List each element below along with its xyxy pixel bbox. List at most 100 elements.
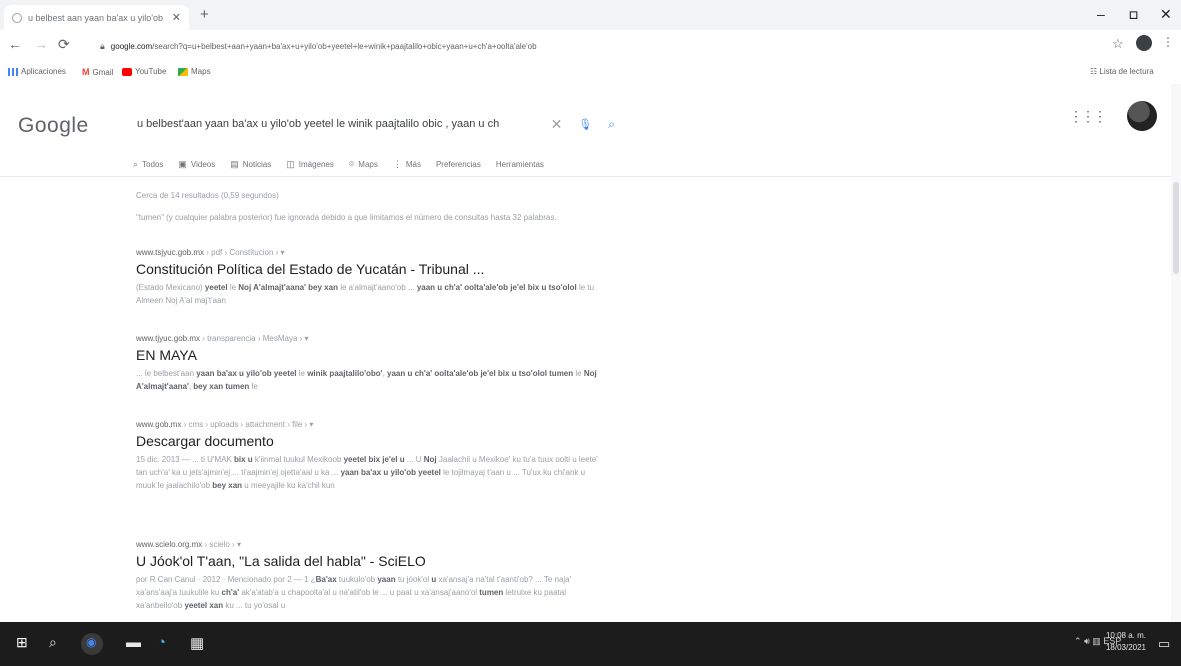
search-result: www.tjyuc.gob.mx › transparencia › MesMa… (136, 334, 606, 393)
file-explorer-icon[interactable]: ▦ (190, 634, 204, 652)
tab-label: Imágenes (298, 159, 334, 169)
search-box[interactable]: u belbest'aan yaan ba'ax u yilo'ob yeete… (127, 106, 625, 142)
bookmark-label: Maps (191, 67, 211, 76)
gmail-icon: M (82, 67, 90, 77)
bookmark-label: Aplicaciones (21, 67, 66, 76)
result-menu-icon[interactable]: ▾ (281, 248, 285, 257)
show-hidden-icons-icon[interactable]: ⌃ (1074, 636, 1082, 646)
search-icon[interactable]: ⌕ (608, 117, 615, 132)
clock-time: 10:08 a. m. (1105, 631, 1147, 640)
tab-more[interactable]: ⋮ Más (393, 156, 421, 172)
windows-start-icon[interactable]: ⊞ (16, 634, 28, 651)
result-snippet: (Estado Mexicano) yeetel le Noj A'almajt… (136, 283, 595, 305)
reading-list-label: Lista de lectura (1099, 67, 1154, 76)
tab-label: Videos (190, 159, 216, 169)
lock-icon: 🔒︎ (100, 40, 105, 51)
search-tabs: ⌕ Todos ▣ Videos ▤ Noticias ◫ Imágenes ⌾ Maps… (133, 156, 559, 172)
google-apps-icon[interactable]: ⋮⋮⋮ (1069, 108, 1107, 125)
tab-label: Todos (142, 159, 164, 169)
url-path: /search?q=u+belbest+aan+yaan+ba'ax+u+yil… (152, 41, 537, 51)
tab-news[interactable]: ▤ Noticias (230, 156, 271, 172)
maps-icon (178, 67, 188, 76)
task-view-icon[interactable]: ▬ (126, 634, 141, 651)
close-window-icon[interactable]: ✕ (1160, 6, 1172, 23)
windows-taskbar: ⊞ ⌕ ◉ ▬ ◔ ▦ ⌃ 🔊︎ ▥ ESP 10:08 a. m. 18/03… (0, 622, 1181, 666)
bookmark-label: YouTube (135, 67, 167, 76)
google-logo[interactable]: Google (18, 114, 89, 138)
close-tab-icon[interactable]: ✕ (172, 11, 181, 24)
bookmark-gmail[interactable]: M Gmail (82, 67, 113, 77)
missing-terms-note: "tumen" (y cualquier palabra posterior) … (136, 213, 557, 222)
address-bar[interactable]: 🔒︎ google.com /search?q=u+belbest+aan+ya… (92, 35, 1098, 57)
result-url[interactable]: www.tsjyuc.gob.mx › pdf › Constitucion ›… (136, 248, 606, 257)
forward-icon[interactable]: → (34, 36, 48, 52)
news-icon: ▤ (230, 158, 239, 169)
result-host: www.tsjyuc.gob.mx (136, 248, 205, 257)
clear-search-icon[interactable]: ✕ (551, 116, 563, 133)
reading-list-icon: ☷ (1090, 67, 1100, 76)
result-title[interactable]: Constitución Política del Estado de Yuca… (136, 261, 606, 277)
search-input[interactable]: u belbest'aan yaan ba'ax u yilo'ob yeete… (137, 118, 543, 130)
browser-toolbar: ← → ⟳ 🔒︎ google.com /search?q=u+belbest+… (0, 30, 1181, 62)
images-icon: ◫ (286, 158, 295, 169)
result-menu-icon[interactable]: ▾ (305, 334, 309, 343)
search-result: www.scielo.org.mx › scielo › ▾ U Jóok'ol… (136, 540, 606, 612)
search-result: www.tsjyuc.gob.mx › pdf › Constitucion ›… (136, 248, 606, 307)
account-avatar[interactable] (1127, 101, 1157, 131)
reload-icon[interactable]: ⟳ (58, 36, 70, 53)
taskbar-clock[interactable]: 10:08 a. m. 18/03/2021 (1102, 630, 1150, 654)
video-icon: ▣ (178, 158, 187, 169)
result-title[interactable]: U Jóok'ol T'aan, "La salida del habla" -… (136, 553, 606, 569)
map-pin-icon: ⌾ (348, 158, 355, 169)
bookmark-label: Gmail (92, 67, 114, 77)
bookmark-maps[interactable]: Maps (178, 67, 211, 76)
more-icon: ⋮ (392, 158, 402, 169)
result-menu-icon[interactable]: ▾ (237, 540, 241, 549)
browser-tab-strip: u belbest aan yaan ba'ax u yilo'ob ✕ + –… (0, 0, 1181, 30)
chrome-logo-icon: ◉ (86, 635, 97, 649)
tab-tools[interactable]: Herramientas (496, 156, 544, 172)
result-snippet: ... le belbest'aan yaan ba'ax u yilo'ob … (136, 369, 597, 391)
result-breadcrumb: › transparencia › MesMaya › (202, 334, 303, 343)
bookmark-apps[interactable]: Aplicaciones (8, 67, 66, 76)
bookmark-youtube[interactable]: YouTube (122, 67, 166, 76)
result-url[interactable]: www.scielo.org.mx › scielo › ▾ (136, 540, 606, 549)
browser-menu-icon[interactable]: ⋮ (1162, 35, 1174, 49)
microphone-icon[interactable]: 🎙︎ (578, 118, 592, 131)
restore-icon[interactable]: ◻ (1129, 8, 1138, 21)
profile-icon[interactable] (1136, 35, 1152, 51)
tab-images[interactable]: ◫ Imágenes (286, 156, 334, 172)
search-icon: ⌕ (133, 158, 139, 169)
minimize-icon[interactable]: – (1097, 6, 1105, 22)
volume-icon[interactable]: 🔊︎ (1084, 636, 1090, 646)
bookmarks-bar: Aplicaciones M Gmail YouTube Maps ☷ List… (0, 62, 1181, 84)
tab-preferences[interactable]: Preferencias (436, 156, 481, 172)
taskbar-search-icon[interactable]: ⌕ (49, 634, 57, 651)
network-icon[interactable]: ▥ (1092, 636, 1101, 646)
result-url[interactable]: www.tjyuc.gob.mx › transparencia › MesMa… (136, 334, 606, 343)
reading-list-button[interactable]: ☷ Lista de lectura (1090, 67, 1154, 76)
result-url[interactable]: www.gob.mx › cms › uploads › attachment … (136, 420, 606, 429)
tab-maps[interactable]: ⌾ Maps (349, 156, 378, 172)
search-result: www.gob.mx › cms › uploads › attachment … (136, 420, 606, 492)
tab-all[interactable]: ⌕ Todos (133, 156, 163, 172)
browser-tab[interactable]: u belbest aan yaan ba'ax u yilo'ob ✕ (4, 5, 189, 30)
result-title[interactable]: EN MAYA (136, 347, 606, 363)
result-breadcrumb: › pdf › Constitucion › (206, 248, 279, 257)
tab-label: Noticias (242, 159, 272, 169)
result-title[interactable]: Descargar documento (136, 433, 606, 449)
google-favicon-icon (12, 12, 22, 23)
new-tab-icon[interactable]: + (200, 6, 209, 23)
result-menu-icon[interactable]: ▾ (309, 420, 313, 429)
scrollbar-thumb[interactable] (1173, 182, 1179, 274)
back-icon[interactable]: ← (8, 36, 22, 52)
edge-icon[interactable]: ◔ (157, 634, 166, 651)
bookmark-star-icon[interactable]: ☆ (1112, 36, 1124, 52)
tab-title: u belbest aan yaan ba'ax u yilo'ob (28, 12, 164, 23)
result-breadcrumb: › cms › uploads › attachment › file › (183, 420, 308, 429)
result-host: www.scielo.org.mx (136, 540, 203, 549)
result-snippet: 15 dic. 2013 — ... ti U'MAK bix u k'iinm… (136, 455, 598, 490)
notifications-icon[interactable]: ▭ (1158, 636, 1170, 652)
tab-videos[interactable]: ▣ Videos (178, 156, 215, 172)
page-scrollbar[interactable] (1171, 84, 1181, 622)
